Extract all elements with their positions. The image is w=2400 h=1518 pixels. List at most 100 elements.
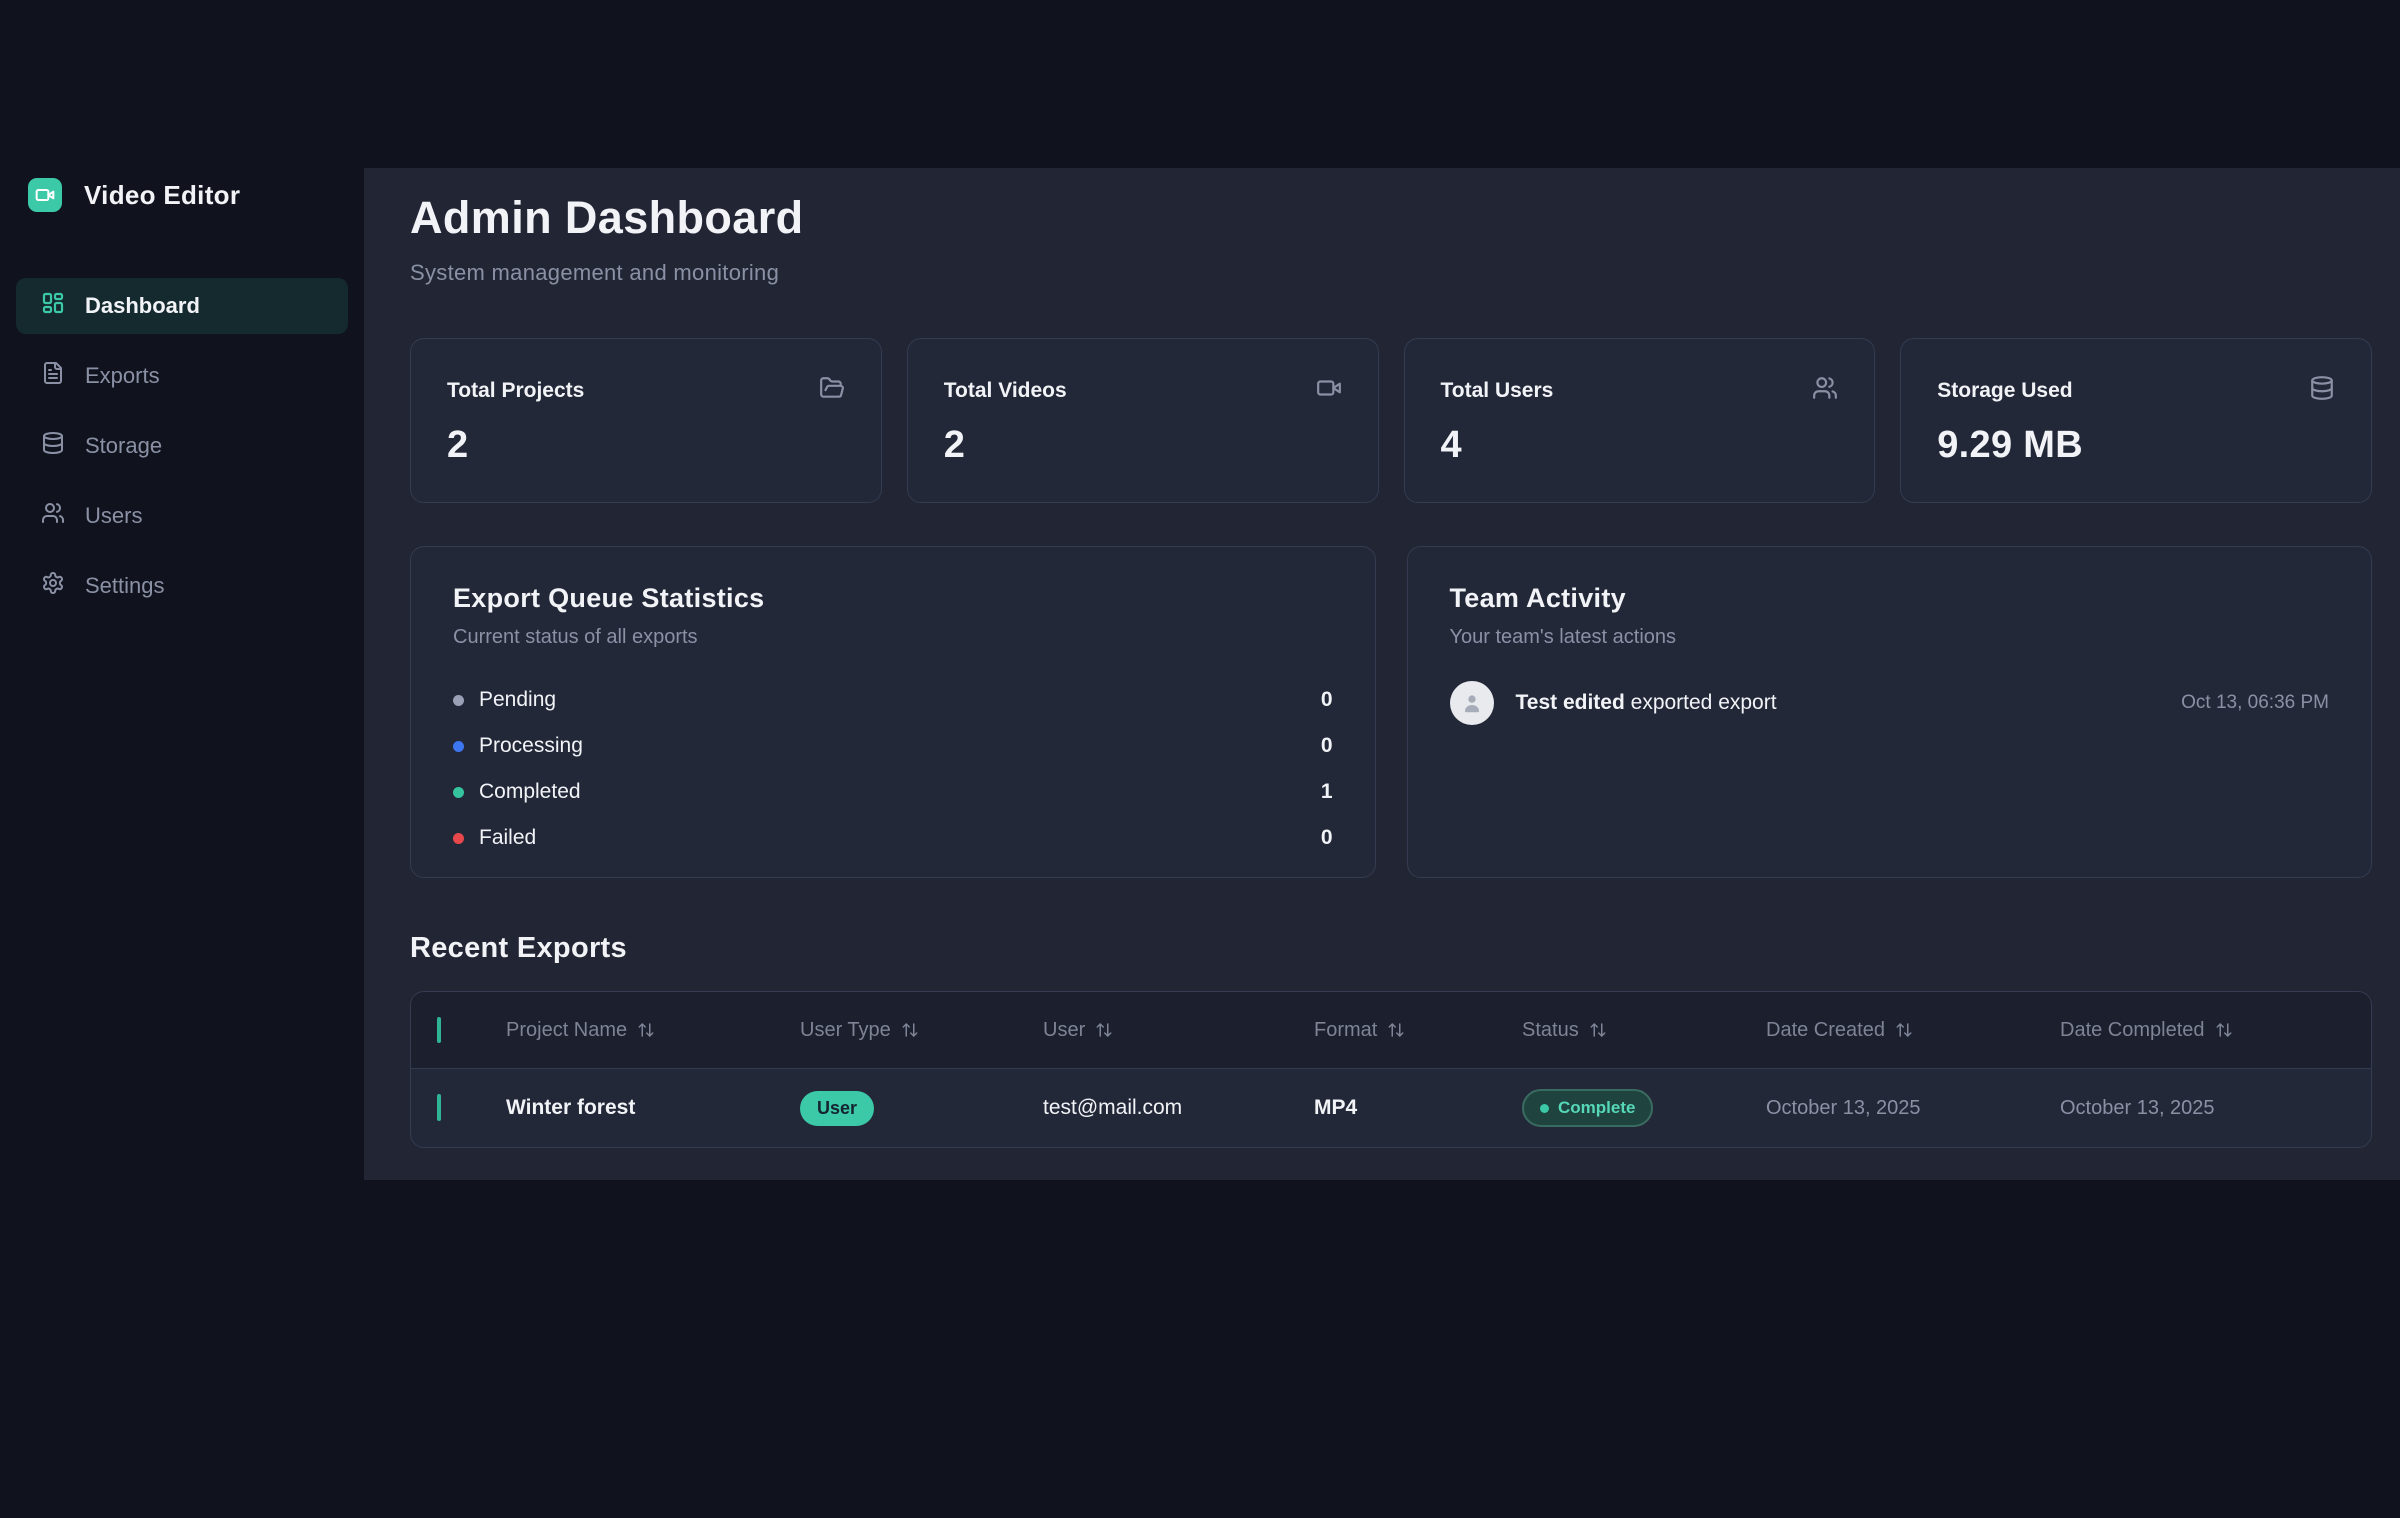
row-checkbox[interactable]	[437, 1094, 441, 1121]
queue-value: 1	[1321, 780, 1333, 804]
stat-card-storage-used: Storage Used 9.29 MB	[1900, 338, 2372, 503]
select-all-checkbox[interactable]	[437, 1017, 441, 1043]
activity-item: Test edited exported export Oct 13, 06:3…	[1450, 681, 2330, 725]
activity-text: Test edited exported export	[1516, 691, 1777, 715]
recent-exports-table: Project Name User Type User Format Statu…	[410, 991, 2372, 1148]
status-badge: Complete	[1522, 1089, 1653, 1127]
table-header-row: Project Name User Type User Format Statu…	[411, 992, 2371, 1069]
table-row[interactable]: Winter forest User test@mail.com MP4 Com…	[411, 1069, 2371, 1147]
stat-label: Storage Used	[1937, 379, 2072, 403]
stat-value: 2	[447, 424, 845, 467]
column-label: Date Completed	[2060, 1019, 2205, 1042]
column-header-date-created[interactable]: Date Created	[1766, 1019, 2060, 1042]
column-header-format[interactable]: Format	[1314, 1019, 1522, 1042]
app-logo: Video Editor	[16, 178, 348, 212]
queue-value: 0	[1321, 734, 1333, 758]
database-icon	[2309, 375, 2335, 406]
card-subtitle: Your team's latest actions	[1450, 626, 2330, 649]
stat-card-total-users: Total Users 4	[1404, 338, 1876, 503]
column-label: Status	[1522, 1019, 1579, 1042]
stat-value: 9.29 MB	[1937, 424, 2335, 467]
cell-format: MP4	[1314, 1096, 1522, 1120]
column-header-date-completed[interactable]: Date Completed	[2060, 1019, 2371, 1042]
queue-row-processing: Processing 0	[453, 723, 1333, 769]
sort-icon	[637, 1021, 655, 1039]
column-header-user[interactable]: User	[1043, 1019, 1314, 1042]
sort-icon	[2215, 1021, 2233, 1039]
column-label: User	[1043, 1019, 1085, 1042]
activity-action: exported export	[1631, 691, 1777, 714]
stat-label: Total Videos	[944, 379, 1067, 403]
queue-row-pending: Pending 0	[453, 677, 1333, 723]
stat-card-total-projects: Total Projects 2	[410, 338, 882, 503]
stat-value: 4	[1441, 424, 1839, 467]
sidebar-item-exports[interactable]: Exports	[16, 348, 348, 404]
middle-row: Export Queue Statistics Current status o…	[410, 546, 2372, 878]
app-title: Video Editor	[84, 180, 240, 211]
stats-grid: Total Projects 2 Total Videos 2 Total Us…	[410, 338, 2372, 503]
file-text-icon	[41, 361, 65, 391]
queue-label: Completed	[479, 780, 581, 804]
sidebar-item-storage[interactable]: Storage	[16, 418, 348, 474]
video-camera-logo-icon	[28, 178, 62, 212]
queue-label: Processing	[479, 734, 583, 758]
processing-status-dot	[453, 741, 464, 752]
video-camera-icon	[1316, 375, 1342, 406]
sort-icon	[1895, 1021, 1913, 1039]
queue-row-completed: Completed 1	[453, 769, 1333, 815]
page-subtitle: System management and monitoring	[410, 260, 2372, 286]
avatar	[1450, 681, 1494, 725]
sidebar-item-label: Settings	[85, 573, 165, 599]
page-title: Admin Dashboard	[410, 192, 2372, 244]
sort-icon	[901, 1021, 919, 1039]
card-subtitle: Current status of all exports	[453, 626, 1333, 649]
failed-status-dot	[453, 833, 464, 844]
queue-label: Failed	[479, 826, 536, 850]
status-dot	[1540, 1104, 1549, 1113]
cell-date-created: October 13, 2025	[1766, 1097, 2060, 1120]
users-icon	[1812, 375, 1838, 406]
sort-icon	[1387, 1021, 1405, 1039]
gear-icon	[41, 571, 65, 601]
cell-user-email: test@mail.com	[1043, 1096, 1314, 1120]
sidebar-item-dashboard[interactable]: Dashboard	[16, 278, 348, 334]
database-icon	[41, 431, 65, 461]
stat-label: Total Projects	[447, 379, 584, 403]
column-label: User Type	[800, 1019, 891, 1042]
user-type-badge: User	[800, 1091, 874, 1126]
queue-list: Pending 0 Processing 0 Completed 1 Faile…	[453, 677, 1333, 861]
main-content: Admin Dashboard System management and mo…	[364, 168, 2400, 1180]
queue-value: 0	[1321, 826, 1333, 850]
sidebar-item-settings[interactable]: Settings	[16, 558, 348, 614]
column-label: Project Name	[506, 1019, 627, 1042]
column-label: Format	[1314, 1019, 1377, 1042]
card-title: Team Activity	[1450, 583, 2330, 614]
stat-value: 2	[944, 424, 1342, 467]
activity-actor: Test edited	[1516, 691, 1625, 714]
column-label: Date Created	[1766, 1019, 1885, 1042]
column-header-user-type[interactable]: User Type	[800, 1019, 1043, 1042]
status-label: Complete	[1558, 1098, 1635, 1118]
sidebar-item-users[interactable]: Users	[16, 488, 348, 544]
users-icon	[41, 501, 65, 531]
cell-project-name: Winter forest	[506, 1096, 800, 1120]
folder-open-icon	[819, 375, 845, 406]
sidebar-item-label: Users	[85, 503, 142, 529]
queue-value: 0	[1321, 688, 1333, 712]
sidebar-item-label: Dashboard	[85, 293, 200, 319]
completed-status-dot	[453, 787, 464, 798]
sort-icon	[1095, 1021, 1113, 1039]
sidebar: Video Editor Dashboard Exports Storage U…	[0, 0, 364, 1350]
team-activity-card: Team Activity Your team's latest actions…	[1407, 546, 2373, 878]
pending-status-dot	[453, 695, 464, 706]
activity-timestamp: Oct 13, 06:36 PM	[2181, 692, 2329, 714]
sort-icon	[1589, 1021, 1607, 1039]
queue-row-failed: Failed 0	[453, 815, 1333, 861]
stat-card-total-videos: Total Videos 2	[907, 338, 1379, 503]
column-header-status[interactable]: Status	[1522, 1019, 1766, 1042]
queue-label: Pending	[479, 688, 556, 712]
column-header-project-name[interactable]: Project Name	[506, 1019, 800, 1042]
recent-exports-title: Recent Exports	[410, 932, 2372, 965]
export-queue-card: Export Queue Statistics Current status o…	[410, 546, 1376, 878]
sidebar-item-label: Exports	[85, 363, 160, 389]
